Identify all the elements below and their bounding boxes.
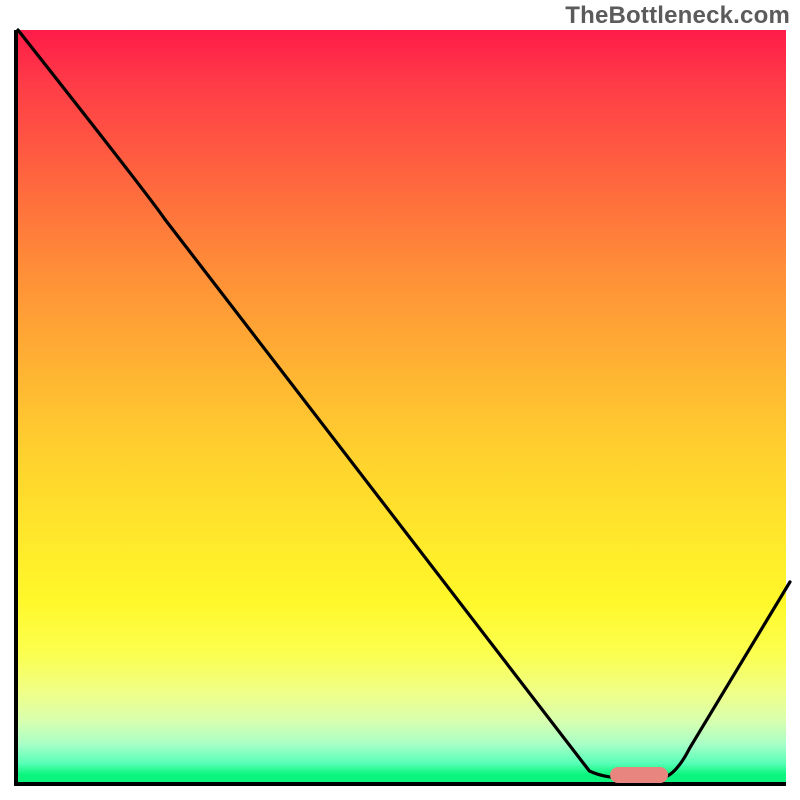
optimum-marker [611,767,669,783]
watermark-label: TheBottleneck.com [565,2,790,30]
curve-path [18,30,790,778]
chart-curve [18,30,790,786]
chart-plot-area [14,30,786,786]
